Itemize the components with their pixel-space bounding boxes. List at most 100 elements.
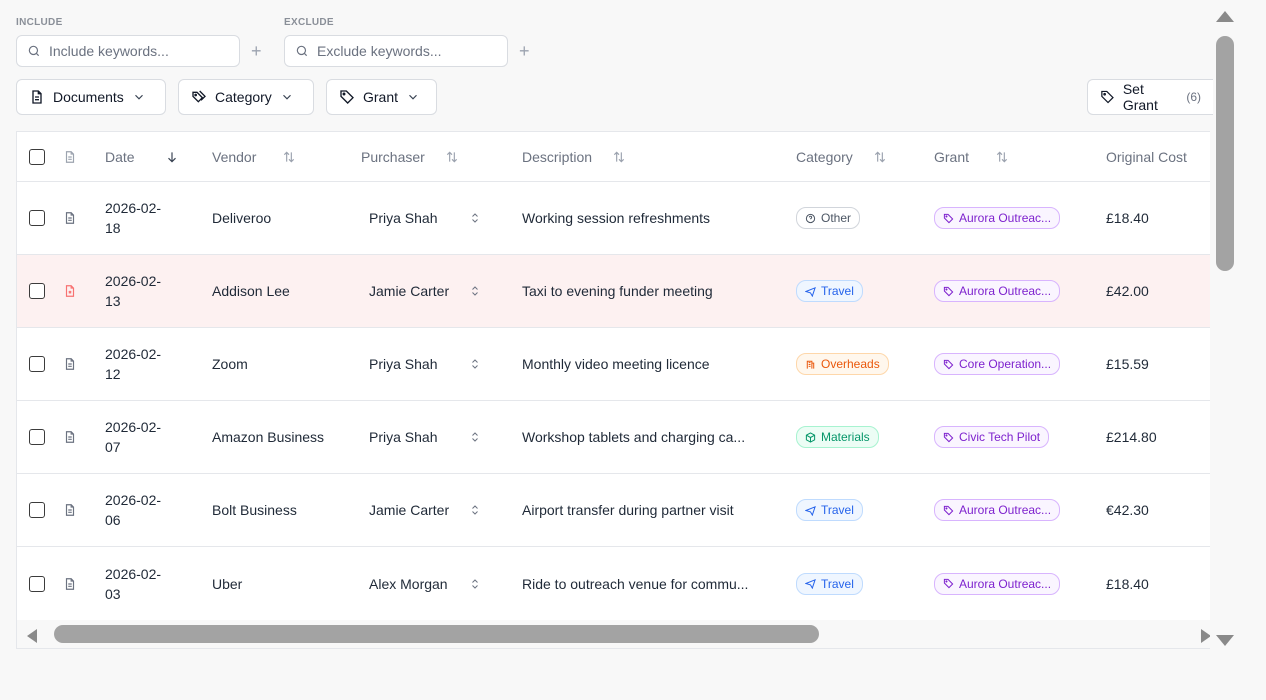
description-header-label: Description <box>522 148 593 165</box>
purchaser-column-header[interactable]: Purchaser <box>361 132 459 181</box>
document-icon[interactable] <box>63 328 77 400</box>
include-search[interactable] <box>16 35 240 67</box>
purchaser-select[interactable]: Priya Shah <box>369 328 481 400</box>
table-row[interactable]: 2026-02- 03 Uber Alex Morgan Ride to outr… <box>17 547 1210 620</box>
vendor-cell: Deliveroo <box>212 210 272 226</box>
exclude-label: EXCLUDE <box>284 17 334 28</box>
original-cost-column-header[interactable]: Original Cost <box>1106 132 1187 181</box>
scroll-left-icon[interactable] <box>25 628 39 644</box>
table-row[interactable]: 2026-02- 18 Deliveroo Priya Shah Working … <box>17 182 1210 255</box>
tag-icon <box>943 286 954 296</box>
document-icon <box>32 90 42 104</box>
date-line-1: 2026-02- <box>105 346 162 362</box>
grant-badge[interactable]: Aurora Outreac... <box>934 182 1061 254</box>
horizontal-scroll-thumb[interactable] <box>54 625 819 643</box>
plane-icon <box>805 578 816 589</box>
question-circle-icon <box>805 213 816 223</box>
grant-filter-button[interactable]: Grant <box>326 79 437 115</box>
grant-column-header[interactable]: Grant <box>934 132 1009 181</box>
exclude-keywords-input[interactable] <box>317 43 497 59</box>
grant-badge[interactable]: Aurora Outreac... <box>934 255 1061 327</box>
sort-icon <box>284 151 295 162</box>
vendor-column-header[interactable]: Vendor <box>212 132 296 181</box>
scroll-right-icon[interactable] <box>1199 628 1210 644</box>
vendor-cell: Bolt Business <box>212 502 297 518</box>
category-badge[interactable]: Other <box>796 182 861 254</box>
purchaser-select[interactable]: Jamie Carter <box>369 474 481 546</box>
grant-badge[interactable]: Core Operation... <box>934 328 1061 400</box>
date-cell: 2026-02- 12 <box>105 328 161 400</box>
tag-icon <box>943 432 954 442</box>
table-row[interactable]: 2026-02- 07 Amazon Business Priya Shah Wo… <box>17 401 1210 474</box>
table-row[interactable]: 2026-02- 12 Zoom Priya Shah Monthly video… <box>17 328 1210 401</box>
vertical-scrollbar[interactable] <box>1212 0 1240 656</box>
purchaser-select[interactable]: Alex Morgan <box>369 547 481 620</box>
document-icon[interactable] <box>63 182 77 254</box>
document-icon[interactable] <box>63 474 77 546</box>
chevron-up-down-icon <box>472 213 478 223</box>
category-badge[interactable]: Travel <box>796 547 863 620</box>
grant-header-label: Grant <box>934 148 970 165</box>
row-checkbox[interactable] <box>29 255 45 327</box>
description-cell: Monthly video meeting licence <box>522 356 710 372</box>
document-icon[interactable] <box>63 547 77 620</box>
horizontal-scrollbar[interactable] <box>17 620 1210 648</box>
exclude-search[interactable] <box>284 35 508 67</box>
add-exclude-icon[interactable]: + <box>519 42 530 60</box>
scroll-up-icon[interactable] <box>1215 9 1235 23</box>
date-line-2: 12 <box>105 366 121 382</box>
grant-badge-label: Core Operation... <box>959 357 1052 371</box>
grant-badge[interactable]: Civic Tech Pilot <box>934 401 1050 473</box>
grant-badge[interactable]: Aurora Outreac... <box>934 547 1061 620</box>
date-column-header[interactable]: Date <box>105 132 179 181</box>
purchaser-select[interactable]: Priya Shah <box>369 182 481 254</box>
selected-count: (6) <box>1186 90 1201 104</box>
purchaser-select[interactable]: Priya Shah <box>369 401 481 473</box>
description-column-header[interactable]: Description <box>522 132 626 181</box>
sort-icon <box>446 151 457 162</box>
tag-icon <box>943 578 954 589</box>
grant-badge[interactable]: Aurora Outreac... <box>934 474 1061 546</box>
original-cost-header-label: Original Cost <box>1106 148 1187 165</box>
add-include-icon[interactable]: + <box>251 42 262 60</box>
chevron-up-down-icon <box>472 286 478 296</box>
cost-cell: £18.40 <box>1106 210 1149 226</box>
purchaser-value: Alex Morgan <box>369 575 448 592</box>
row-checkbox[interactable] <box>29 182 45 254</box>
row-checkbox[interactable] <box>29 328 45 400</box>
row-checkbox[interactable] <box>29 547 45 620</box>
category-badge-label: Materials <box>821 430 870 444</box>
sort-icon <box>874 151 885 162</box>
purchaser-select[interactable]: Jamie Carter <box>369 255 481 327</box>
tag-icon <box>943 213 954 223</box>
table-row[interactable]: 2026-02- 06 Bolt Business Jamie Carter Ai… <box>17 474 1210 547</box>
building-icon <box>806 360 815 369</box>
category-badge[interactable]: Overheads <box>796 328 889 400</box>
category-badge[interactable]: Travel <box>796 474 863 546</box>
category-filter-button[interactable]: Category <box>178 79 314 115</box>
document-icon[interactable] <box>63 401 77 473</box>
row-checkbox[interactable] <box>29 401 45 473</box>
date-cell: 2026-02- 03 <box>105 547 161 620</box>
scroll-down-icon[interactable] <box>1215 634 1235 648</box>
row-checkbox[interactable] <box>29 474 45 546</box>
date-cell: 2026-02- 13 <box>105 255 161 327</box>
tag-icon <box>1101 90 1114 104</box>
documents-filter-button[interactable]: Documents <box>16 79 166 115</box>
plane-icon <box>805 286 816 297</box>
missing-document-icon[interactable] <box>63 255 77 327</box>
date-line-2: 06 <box>105 512 121 528</box>
category-badge[interactable]: Materials <box>796 401 879 473</box>
category-badge-label: Travel <box>821 576 854 591</box>
tag-icon <box>340 90 354 104</box>
table-row[interactable]: 2026-02- 13 Addison Lee Jamie Carter Taxi… <box>17 255 1210 328</box>
set-grant-button[interactable]: Set Grant (6) <box>1087 79 1213 115</box>
date-line-1: 2026-02- <box>105 419 162 435</box>
sort-descending-icon <box>167 151 176 162</box>
select-all-checkbox[interactable] <box>29 132 45 181</box>
description-cell: Working session refreshments <box>522 210 711 226</box>
include-keywords-input[interactable] <box>49 43 229 59</box>
vertical-scroll-thumb[interactable] <box>1216 36 1234 271</box>
category-column-header[interactable]: Category <box>796 132 887 181</box>
category-badge[interactable]: Travel <box>796 255 863 327</box>
